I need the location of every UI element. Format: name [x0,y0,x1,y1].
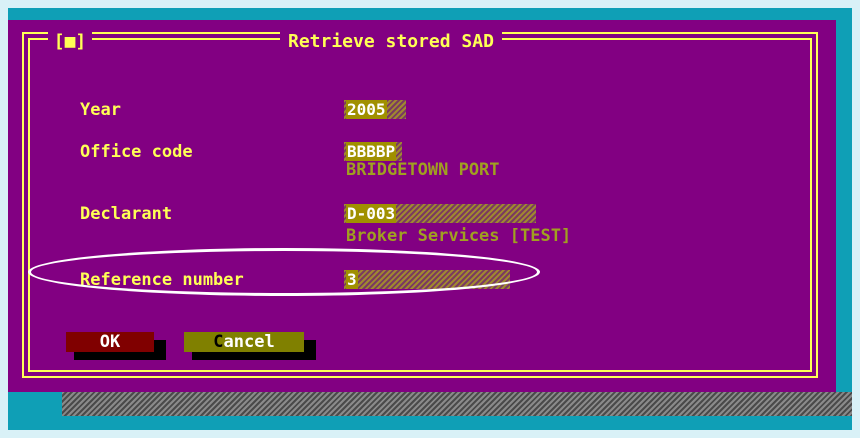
cancel-button[interactable]: Cancel [184,332,304,352]
dialog-title: Retrieve stored SAD [280,31,502,53]
ok-hotkey: O [99,332,110,352]
declarant-input[interactable]: D-003 [344,204,536,223]
declarant-description: Broker Services [TEST] [346,226,572,246]
declarant-label: Declarant [80,204,173,224]
office-code-value: BBBBP [346,142,397,161]
declarant-value: D-003 [346,204,397,223]
dialog-drop-shadow [62,392,852,416]
cancel-hotkey: C [213,332,224,352]
ok-label-rest: K [110,332,121,352]
office-code-input[interactable]: BBBBP [344,142,402,161]
highlight-annotation [28,248,540,296]
cancel-label-rest: ancel [223,332,275,352]
ok-button[interactable]: OK [66,332,154,352]
year-input[interactable]: 2005 [344,100,406,119]
year-label: Year [80,100,121,120]
year-value: 2005 [346,100,387,119]
close-box[interactable]: [■] [48,31,92,53]
office-code-label: Office code [80,142,193,162]
retrieve-sad-dialog: [■] Retrieve stored SAD Year 2005 Office… [8,20,836,392]
office-code-description: BRIDGETOWN PORT [346,160,500,180]
